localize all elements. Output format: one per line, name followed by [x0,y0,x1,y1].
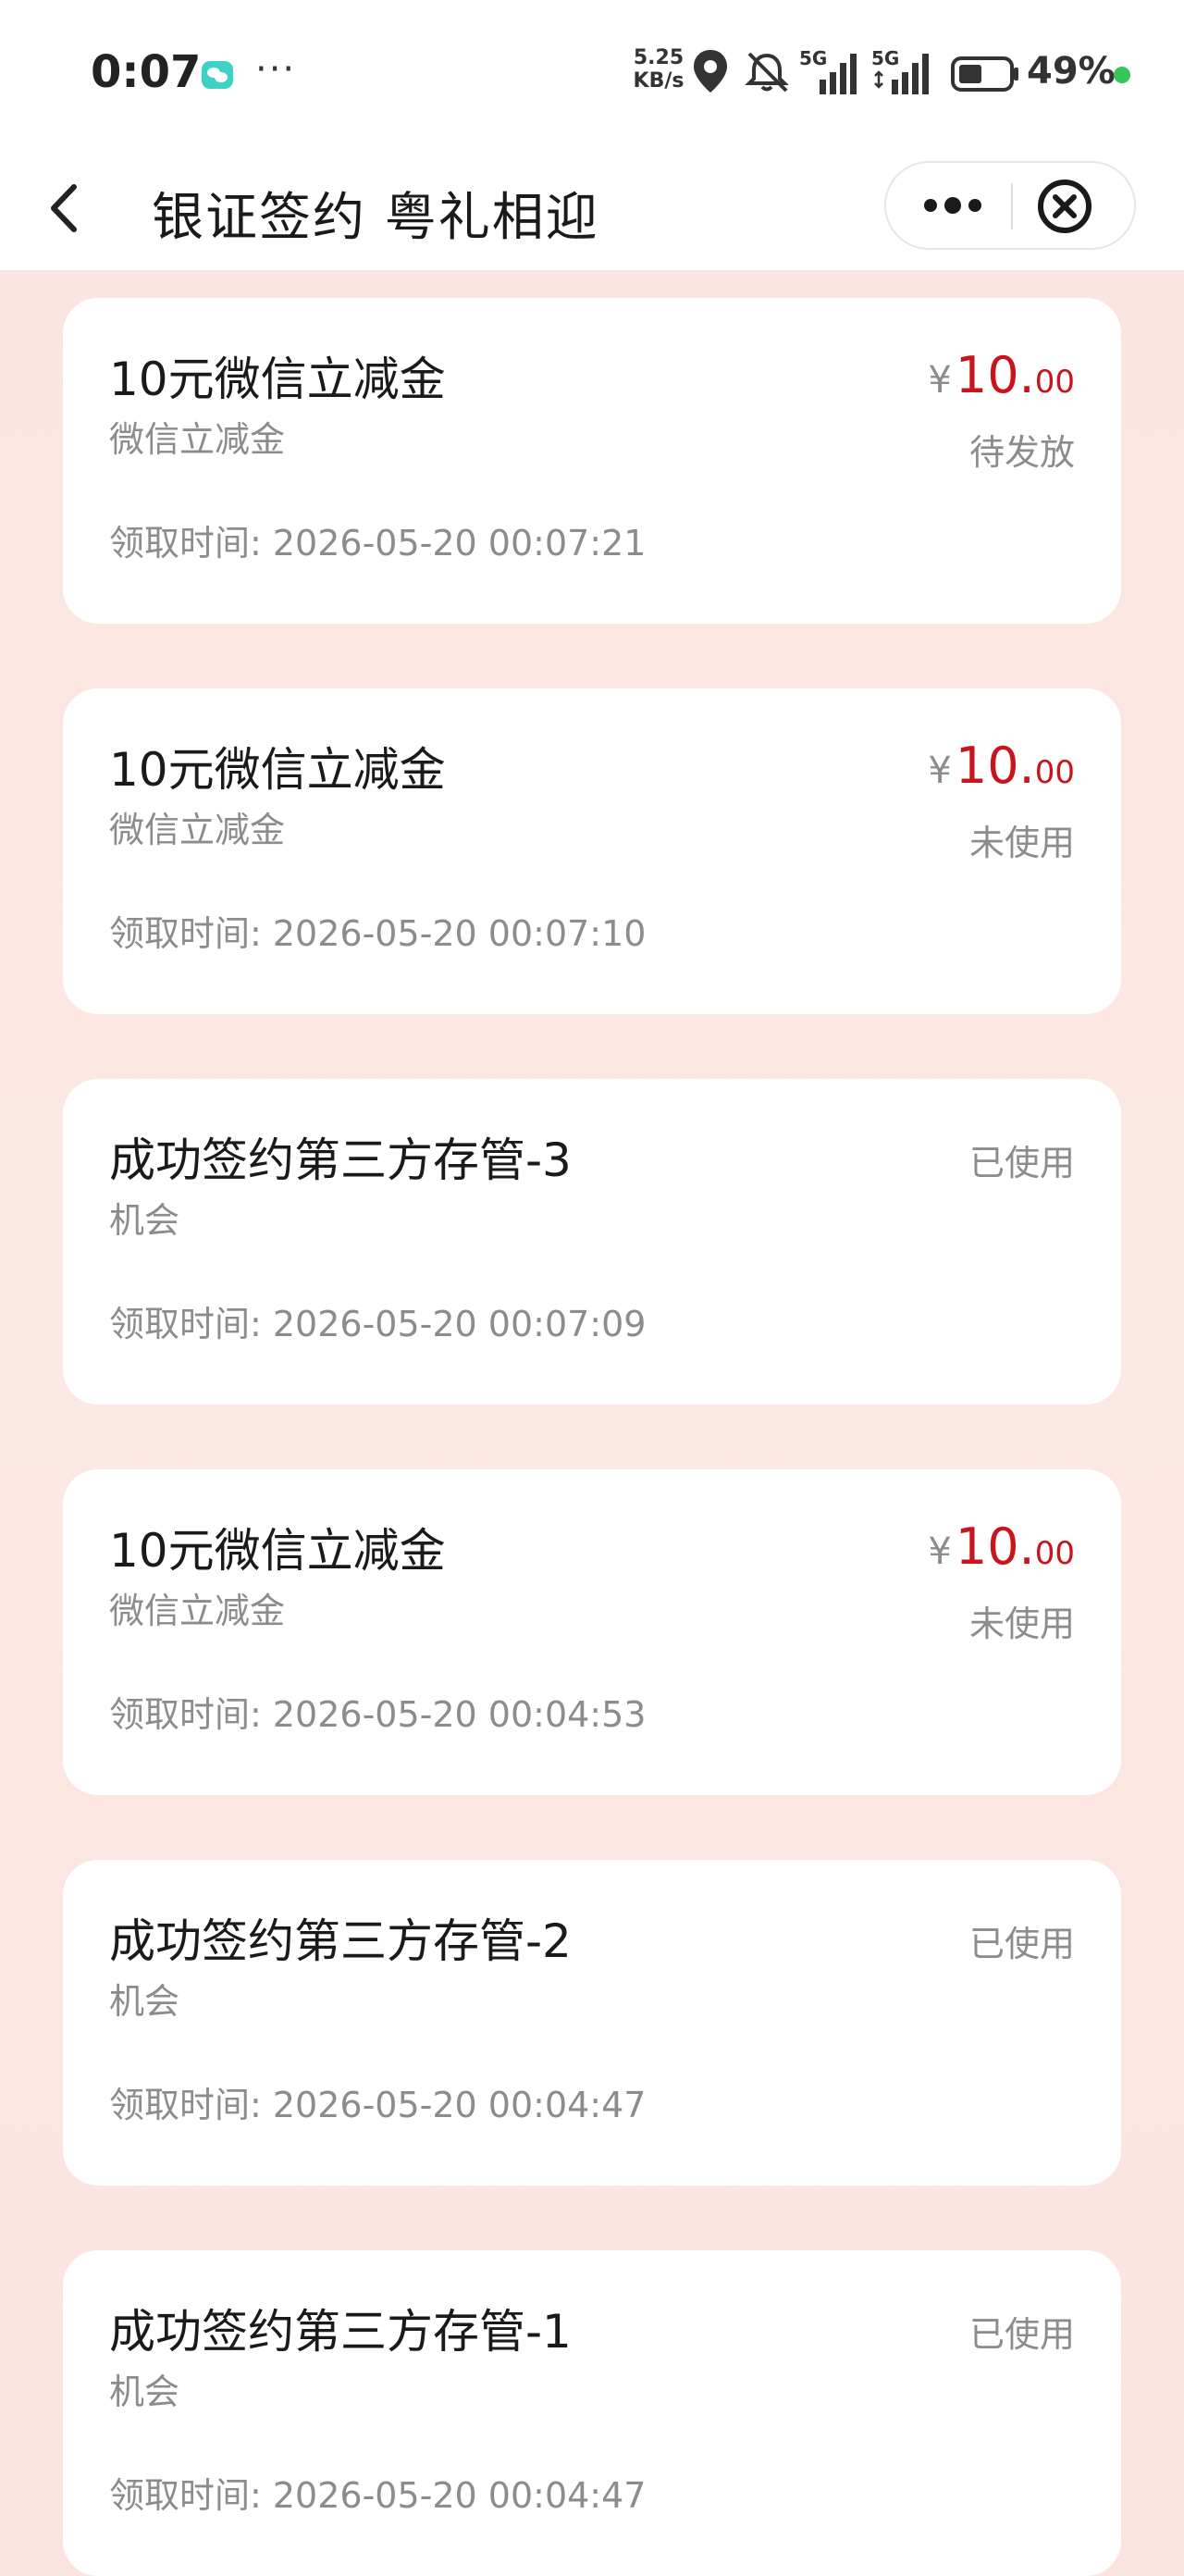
wechat-icon [202,61,233,89]
record-card[interactable]: 成功签约第三方存管-2 机会 领取时间: 2026-05-20 00:04:47… [63,1860,1121,2186]
record-time: 领取时间: 2026-05-20 00:07:10 [109,913,647,954]
record-status: 已使用 [968,1143,1075,1183]
price-integer: 10. [955,737,1035,795]
signal-5g-icon: 5G [799,48,857,94]
mute-bell-icon [745,52,789,93]
record-card[interactable]: 成功签约第三方存管-3 机会 领取时间: 2026-05-20 00:07:09… [63,1079,1121,1405]
status-time: 0:07 [91,46,202,98]
record-title: 成功签约第三方存管-2 [109,1914,572,1968]
battery-icon [951,56,1018,92]
net-speed-value: 5.25 [633,46,684,69]
net-speed-unit: KB/s [633,69,684,93]
record-title: 成功签约第三方存管-1 [109,2305,572,2359]
record-subtitle: 机会 [109,1981,180,2022]
record-subtitle: 机会 [109,1200,180,1241]
record-subtitle: 微信立减金 [109,810,286,850]
record-price: ¥10.00 [928,1517,1075,1576]
close-icon[interactable] [1034,176,1095,237]
record-status: 待发放 [968,432,1075,473]
record-price: ¥10.00 [928,737,1075,795]
back-icon[interactable] [37,176,92,241]
record-title: 成功签约第三方存管-3 [109,1133,572,1187]
page-title: 银证签约 粤礼相迎 [152,188,599,248]
record-time: 领取时间: 2026-05-20 00:04:47 [109,2475,647,2516]
record-card[interactable]: 成功签约第三方存管-1 机会 领取时间: 2026-05-20 00:04:47… [63,2250,1121,2576]
status-bar: 0:07 ··· 5.25 KB/s 5G 5G 49% [0,0,1184,148]
net-speed: 5.25 KB/s [629,46,688,93]
price-decimal: 00 [1034,364,1075,401]
record-time: 领取时间: 2026-05-20 00:04:53 [109,1694,647,1735]
header-bar: 银证签约 粤礼相迎 [0,148,1184,271]
record-title: 10元微信立减金 [109,1524,446,1578]
record-time: 领取时间: 2026-05-20 00:04:47 [109,2085,647,2125]
record-card[interactable]: 10元微信立减金 微信立减金 领取时间: 2026-05-20 00:07:10… [63,688,1121,1014]
miniprogram-capsule [884,161,1136,250]
record-subtitle: 机会 [109,2372,180,2412]
signal-1-label: 5G [799,48,827,69]
currency-symbol: ¥ [928,359,952,402]
currency-symbol: ¥ [928,749,952,792]
record-status: 已使用 [968,1924,1075,1964]
record-status: 已使用 [968,2314,1075,2355]
signal-5g-icon: 5G [871,48,929,94]
price-integer: 10. [955,1517,1035,1576]
location-icon [694,50,727,93]
currency-symbol: ¥ [928,1530,952,1573]
battery-percent: 49% [1027,50,1116,93]
record-title: 10元微信立减金 [109,353,446,406]
record-price: ¥10.00 [928,346,1075,404]
record-time: 领取时间: 2026-05-20 00:07:09 [109,1304,647,1344]
more-icon[interactable] [919,183,986,228]
price-decimal: 00 [1034,754,1075,791]
status-more-indicator: ··· [255,48,297,91]
privacy-indicator-dot [1114,67,1130,83]
record-card[interactable]: 10元微信立减金 微信立减金 领取时间: 2026-05-20 00:07:21… [63,298,1121,624]
record-subtitle: 微信立减金 [109,1591,286,1631]
record-card[interactable]: 10元微信立减金 微信立减金 领取时间: 2026-05-20 00:04:53… [63,1469,1121,1795]
record-status: 未使用 [968,823,1075,863]
record-status: 未使用 [968,1604,1075,1644]
record-subtitle: 微信立减金 [109,419,286,460]
price-decimal: 00 [1034,1535,1075,1572]
capsule-divider [1011,183,1013,229]
record-time: 领取时间: 2026-05-20 00:07:21 [109,523,647,564]
price-integer: 10. [955,346,1035,404]
record-title: 10元微信立减金 [109,743,446,797]
signal-2-label: 5G [871,48,899,69]
